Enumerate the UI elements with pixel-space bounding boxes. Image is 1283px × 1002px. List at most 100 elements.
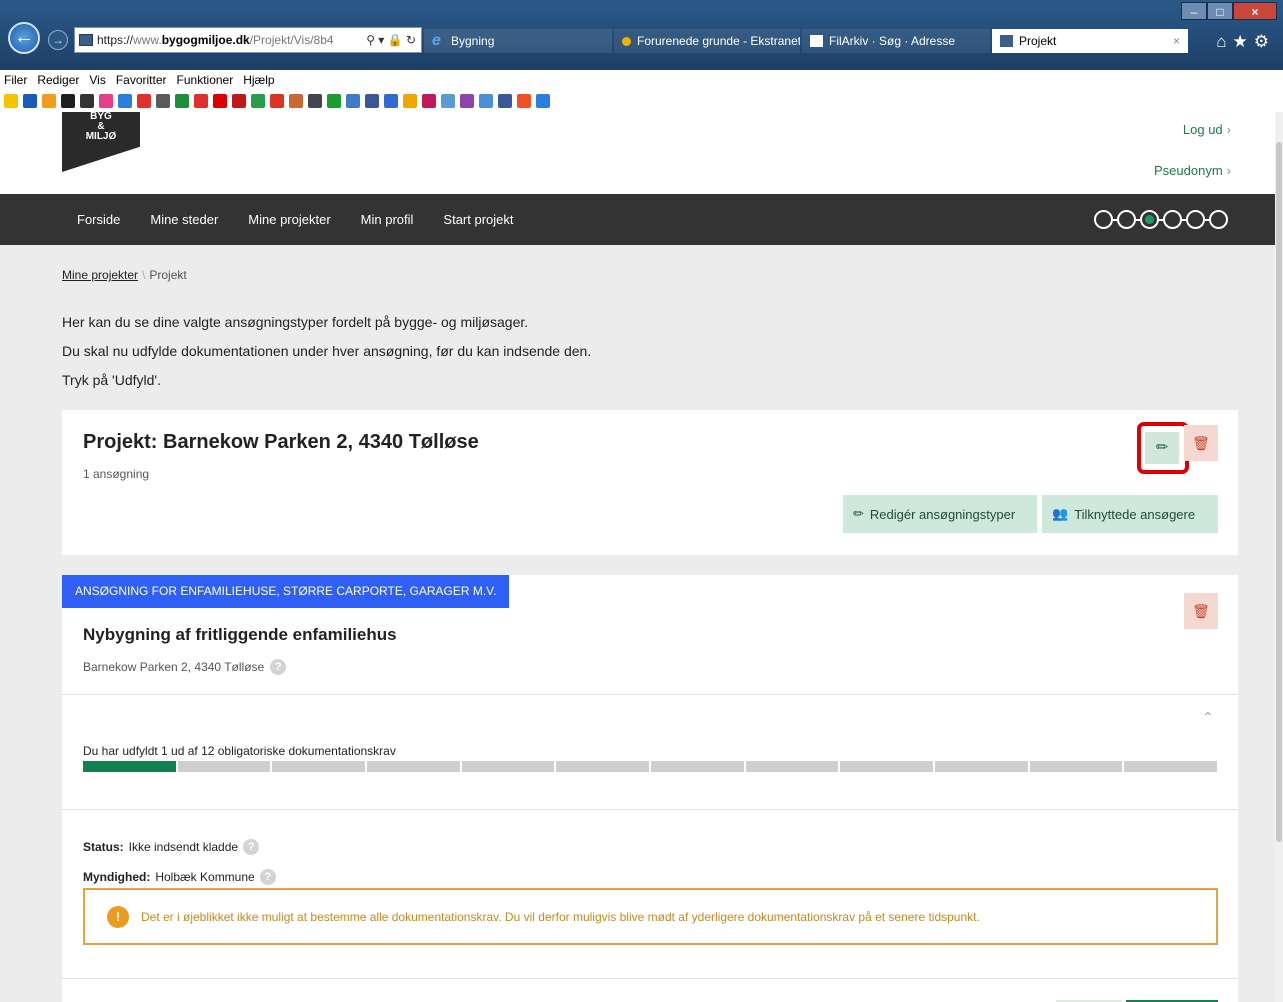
byg-og-miljo-logo[interactable]: BYG & MILJØ <box>62 112 140 172</box>
favorite-site-icon[interactable] <box>441 94 455 108</box>
home-star-gear-icons[interactable]: ⌂★⚙ <box>1216 32 1275 52</box>
favorite-site-icon[interactable] <box>536 94 550 108</box>
menu-item-hjælp[interactable]: Hjælp <box>243 73 274 87</box>
menu-item-filer[interactable]: Filer <box>4 73 27 87</box>
forward-button[interactable]: → <box>48 30 68 50</box>
favorite-site-icon[interactable] <box>251 94 265 108</box>
favorite-site-icon[interactable] <box>460 94 474 108</box>
divider <box>62 978 1238 979</box>
chevron-right-icon: › <box>1226 163 1231 178</box>
url-text: https://www.bygogmiljoe.dk/Projekt/Vis/8… <box>97 33 334 47</box>
progress-segment <box>83 761 176 772</box>
site-header: BYG & MILJØ Log ud › Pseudonym › <box>0 112 1275 194</box>
status-line: Status: Ikke indsendt kladde? <box>83 839 260 855</box>
favorite-site-icon[interactable] <box>23 94 37 108</box>
favorite-site-icon[interactable] <box>270 94 284 108</box>
tab-filarkiv[interactable]: FilArkiv · Søg · Adresse <box>802 29 990 53</box>
page-content: BYG & MILJØ Log ud › Pseudonym › Forside M… <box>0 112 1275 1002</box>
users-icon: 👥 <box>1052 506 1069 521</box>
progress-segment <box>177 761 271 772</box>
site-icon <box>622 36 631 46</box>
favorite-site-icon[interactable] <box>346 94 360 108</box>
favorite-site-icon[interactable] <box>137 94 151 108</box>
breadcrumb-mine-projekter[interactable]: Mine projekter <box>62 268 138 282</box>
site-icon <box>1000 35 1013 47</box>
favorite-site-icon[interactable] <box>61 94 75 108</box>
application-card: ANSØGNING FOR ENFAMILIEHUSE, STØRRE CARP… <box>62 575 1238 1002</box>
favorite-site-icon[interactable] <box>308 94 322 108</box>
nav-start-projekt[interactable]: Start projekt <box>428 212 528 227</box>
favorite-site-icon[interactable] <box>498 94 512 108</box>
search-lock-refresh-icon[interactable]: ⚲ ▾ 🔒 ↻ <box>366 33 421 47</box>
address-bar[interactable]: https://www.bygogmiljoe.dk/Projekt/Vis/8… <box>74 27 422 53</box>
delete-project-button[interactable]: 🗑 <box>1184 425 1218 461</box>
site-icon <box>810 35 823 47</box>
favorite-site-icon[interactable] <box>289 94 303 108</box>
logout-link[interactable]: Log ud › <box>1183 122 1231 137</box>
favorite-site-icon[interactable] <box>4 94 18 108</box>
minimize-button[interactable]: – <box>1181 2 1207 20</box>
close-window-button[interactable]: × <box>1233 2 1277 20</box>
help-icon[interactable]: ? <box>259 869 276 885</box>
divider <box>62 694 1238 695</box>
back-button[interactable]: ← <box>8 22 40 54</box>
favorite-site-icon[interactable] <box>232 94 246 108</box>
step-circle <box>1094 210 1113 229</box>
menu-item-funktioner[interactable]: Funktioner <box>177 73 234 87</box>
favorite-site-icon[interactable] <box>479 94 493 108</box>
favorite-site-icon[interactable] <box>175 94 189 108</box>
favorite-site-icon[interactable] <box>403 94 417 108</box>
favorite-site-icon[interactable] <box>42 94 56 108</box>
edit-application-types-button[interactable]: ✏ Redigér ansøgningstyper <box>843 495 1037 533</box>
favorite-site-icon[interactable] <box>422 94 436 108</box>
breadcrumb-current: Projekt <box>149 268 187 282</box>
chevron-right-icon: › <box>1226 122 1231 137</box>
close-tab-icon[interactable]: × <box>1173 34 1180 48</box>
tab-forurenede-grunde[interactable]: Forurenede grunde - Ekstranet <box>614 29 800 53</box>
ie-icon: e <box>432 32 441 49</box>
pseudonym-link[interactable]: Pseudonym › <box>1154 163 1231 178</box>
nav-mine-projekter[interactable]: Mine projekter <box>233 212 345 227</box>
progress-segment <box>367 761 460 772</box>
window-controls: – □ × <box>1181 2 1277 20</box>
project-title: Projekt: Barnekow Parken 2, 4340 Tølløse <box>83 431 479 453</box>
favorite-site-icon[interactable] <box>365 94 379 108</box>
favorite-site-icon[interactable] <box>118 94 132 108</box>
favorites-bar <box>0 90 1283 112</box>
favorite-site-icon[interactable] <box>517 94 531 108</box>
favorite-site-icon[interactable] <box>80 94 94 108</box>
scrollbar-thumb[interactable] <box>1276 142 1282 842</box>
delete-application-button[interactable]: 🗑 <box>1184 593 1218 629</box>
help-icon[interactable]: ? <box>243 839 260 855</box>
nav-mine-steder[interactable]: Mine steder <box>135 212 233 227</box>
step-circle <box>1209 210 1228 229</box>
favorite-site-icon[interactable] <box>327 94 341 108</box>
menu-item-favoritter[interactable]: Favoritter <box>116 73 167 87</box>
tab-projekt[interactable]: Projekt × <box>992 29 1188 53</box>
linked-applicants-button[interactable]: 👥 Tilknyttede ansøgere <box>1042 495 1218 533</box>
tab-bygning[interactable]: e Bygning <box>424 29 612 53</box>
chevron-up-icon[interactable]: ⌃ <box>1202 709 1214 726</box>
progress-label: Du har udfyldt 1 ud af 12 obligatoriske … <box>83 744 396 758</box>
favorite-site-icon[interactable] <box>384 94 398 108</box>
nav-forside[interactable]: Forside <box>62 212 135 227</box>
site-favicon-icon <box>79 34 93 46</box>
application-address: Barnekow Parken 2, 4340 Tølløse? <box>83 659 287 675</box>
highlight-annotation <box>1137 422 1189 474</box>
progress-segment <box>1124 761 1218 772</box>
main-nav: Forside Mine steder Mine projekter Min p… <box>0 194 1275 245</box>
favorite-site-icon[interactable] <box>213 94 227 108</box>
application-title: Nybygning af fritliggende enfamiliehus <box>83 625 397 644</box>
menu-item-vis[interactable]: Vis <box>89 73 105 87</box>
maximize-button[interactable]: □ <box>1207 2 1233 20</box>
project-card: Projekt: Barnekow Parken 2, 4340 Tølløse… <box>62 410 1238 555</box>
page-scrollbar[interactable] <box>1275 112 1283 1002</box>
favorite-site-icon[interactable] <box>194 94 208 108</box>
nav-min-profil[interactable]: Min profil <box>346 212 429 227</box>
menu-item-rediger[interactable]: Rediger <box>37 73 79 87</box>
favorite-site-icon[interactable] <box>156 94 170 108</box>
trash-icon: 🗑 <box>1192 435 1210 451</box>
help-icon[interactable]: ? <box>270 659 287 675</box>
browser-titlebar: ← → https://www.bygogmiljoe.dk/Projekt/V… <box>0 0 1283 70</box>
favorite-site-icon[interactable] <box>99 94 113 108</box>
